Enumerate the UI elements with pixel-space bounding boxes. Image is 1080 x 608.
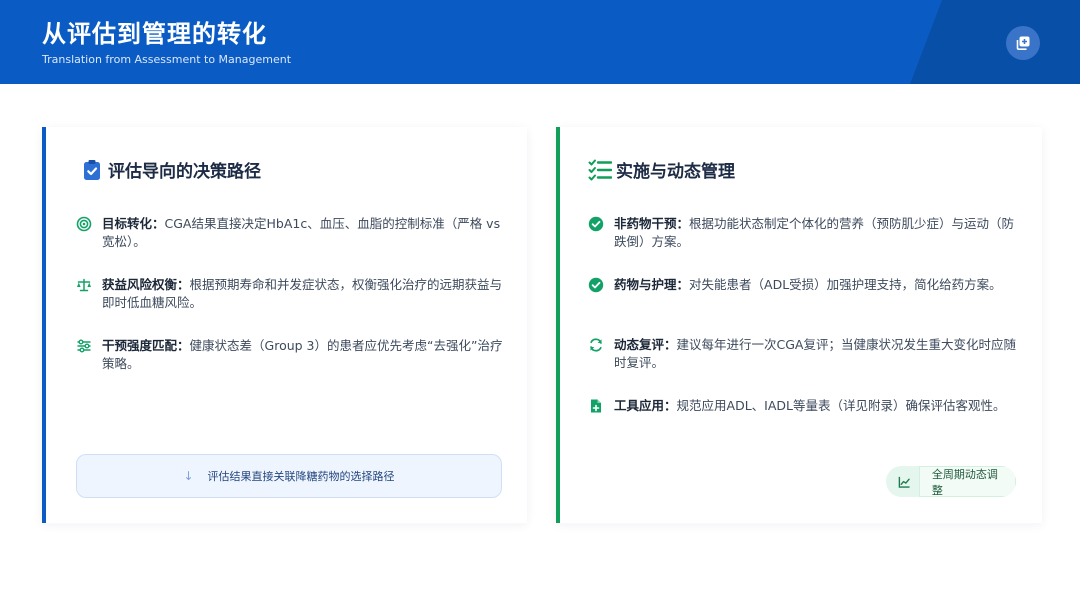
refresh-icon <box>590 338 602 352</box>
selection-path-label: 评估结果直接关联降糖药物的选择路径 <box>207 470 395 483</box>
list-item: 非药物干预：根据功能状态制定个体化的营养（预防肌少症）与运动（防跌倒）方案。 <box>588 215 1020 251</box>
selection-path-link[interactable]: ↓ 评估结果直接关联降糖药物的选择路径 <box>76 454 502 498</box>
item-label: 非药物干预： <box>614 216 690 231</box>
card-title-row: 评估导向的决策路径 <box>80 157 261 182</box>
check-circle-icon <box>588 216 604 232</box>
card-title-row: 实施与动态管理 <box>588 157 735 182</box>
clipboard-check-icon <box>84 159 100 180</box>
header-banner: 从评估到管理的转化 Translation from Assessment to… <box>0 0 1080 84</box>
list-check-icon <box>588 159 612 180</box>
list-item: 目标转化：CGA结果直接决定HbA1c、血压、血脂的控制标准（严格 vs 宽松）… <box>76 215 506 251</box>
check-circle-icon <box>588 277 604 293</box>
file-plus-icon <box>591 399 601 413</box>
copy-plus-icon <box>1016 36 1030 50</box>
arrow-down-icon: ↓ <box>183 469 194 483</box>
list-item: 动态复评：建议每年进行一次CGA复评；当健康状况发生重大变化时应随时复评。 <box>588 336 1020 372</box>
target-icon <box>76 216 92 232</box>
item-label: 工具应用： <box>614 398 677 413</box>
header-accent-shape <box>910 0 1080 84</box>
card-title: 实施与动态管理 <box>616 162 735 182</box>
decision-path-card: 评估导向的决策路径 目标转化：CGA结果直接决定HbA1c、血压、血脂的控制标准… <box>42 127 527 523</box>
item-text: 规范应用ADL、IADL等量表（详见附录）确保评估客观性。 <box>676 398 1006 413</box>
balance-scale-icon <box>77 278 91 292</box>
card-title: 评估导向的决策路径 <box>108 162 261 182</box>
item-label: 干预强度匹配： <box>102 338 190 353</box>
list-item: 获益风险权衡：根据预期寿命和并发症状态，权衡强化治疗的远期获益与即时低血糖风险。 <box>76 276 506 312</box>
chart-line-icon <box>898 476 910 488</box>
list-item: 干预强度匹配：健康状态差（Group 3）的患者应优先考虑“去强化”治疗策略。 <box>76 337 506 373</box>
item-label: 目标转化： <box>102 216 165 231</box>
item-label: 获益风险权衡： <box>102 277 190 292</box>
item-label: 动态复评： <box>614 337 677 352</box>
item-text: 对失能患者（ADL受损）加强护理支持，简化给药方案。 <box>689 277 1002 292</box>
implementation-card: 实施与动态管理 非药物干预：根据功能状态制定个体化的营养（预防肌少症）与运动（防… <box>556 127 1042 523</box>
list-item: 药物与护理：对失能患者（ADL受损）加强护理支持，简化给药方案。 <box>588 276 1020 294</box>
header-action-button[interactable] <box>1006 26 1040 60</box>
list-item: 工具应用：规范应用ADL、IADL等量表（详见附录）确保评估客观性。 <box>588 397 1020 415</box>
page-title: 从评估到管理的转化 <box>42 20 267 48</box>
page-subtitle: Translation from Assessment to Managemen… <box>42 53 292 66</box>
dynamic-adjust-label: 全周期动态调整 <box>918 466 1016 497</box>
sliders-icon <box>77 339 91 353</box>
item-label: 药物与护理： <box>614 277 690 292</box>
dynamic-adjust-badge[interactable]: 全周期动态调整 <box>886 466 1016 497</box>
